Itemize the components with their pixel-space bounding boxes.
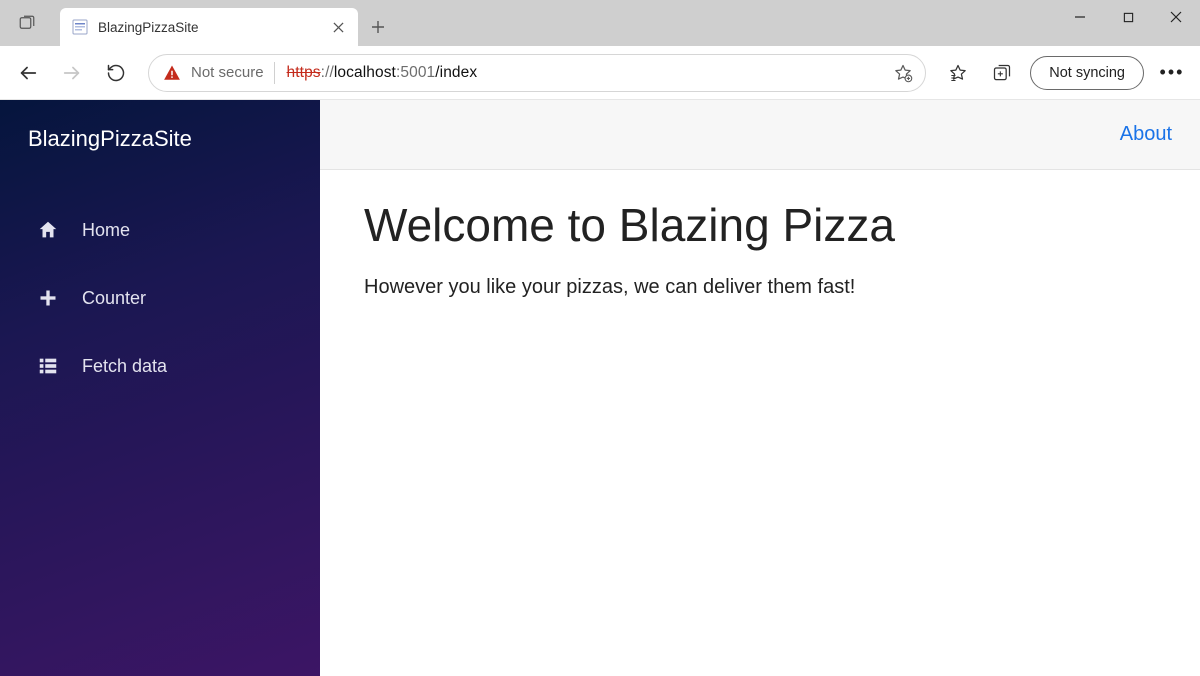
forward-button[interactable]	[52, 53, 92, 93]
not-secure-label: Not secure	[191, 64, 264, 81]
url-text: https://localhost:5001/index	[287, 64, 478, 82]
tab-close-icon[interactable]	[330, 19, 346, 35]
browser-tab[interactable]: BlazingPizzaSite	[60, 8, 358, 46]
page-tagline: However you like your pizzas, we can del…	[364, 276, 1156, 299]
home-icon	[36, 218, 60, 242]
window-maximize-button[interactable]	[1104, 0, 1152, 34]
new-tab-button[interactable]	[358, 8, 398, 46]
content-area: About Welcome to Blazing Pizza However y…	[320, 100, 1200, 676]
favorite-star-icon[interactable]	[893, 63, 913, 83]
window-close-button[interactable]	[1152, 0, 1200, 34]
sidebar-item-counter[interactable]: Counter	[0, 264, 320, 332]
titlebar: BlazingPizzaSite	[0, 0, 1200, 46]
tab-title: BlazingPizzaSite	[98, 20, 330, 35]
favorites-icon[interactable]	[938, 53, 978, 93]
page-heading: Welcome to Blazing Pizza	[364, 198, 1156, 252]
sync-label: Not syncing	[1049, 65, 1125, 81]
sidebar-brand: BlazingPizzaSite	[0, 100, 320, 178]
about-link[interactable]: About	[1120, 123, 1172, 146]
sync-button[interactable]: Not syncing	[1030, 56, 1144, 90]
page-body: Welcome to Blazing Pizza However you lik…	[320, 170, 1200, 327]
refresh-button[interactable]	[96, 53, 136, 93]
not-secure-icon	[163, 64, 181, 82]
collections-icon[interactable]	[982, 53, 1022, 93]
sidebar-item-label: Counter	[82, 288, 146, 309]
sidebar-item-fetch-data[interactable]: Fetch data	[0, 332, 320, 400]
sidebar-item-home[interactable]: Home	[0, 196, 320, 264]
sidebar-nav: Home Counter Fetch data	[0, 178, 320, 400]
back-button[interactable]	[8, 53, 48, 93]
address-bar[interactable]: Not secure https://localhost:5001/index	[148, 54, 926, 92]
window-minimize-button[interactable]	[1056, 0, 1104, 34]
browser-window: BlazingPizzaSite	[0, 0, 1200, 676]
browser-toolbar: Not secure https://localhost:5001/index …	[0, 46, 1200, 100]
plus-icon	[36, 286, 60, 310]
more-menu-icon[interactable]: •••	[1152, 53, 1192, 93]
list-icon	[36, 354, 60, 378]
content-topbar: About	[320, 100, 1200, 170]
sidebar-item-label: Home	[82, 220, 130, 241]
favicon-icon	[72, 19, 88, 35]
divider	[274, 62, 275, 84]
sidebar-item-label: Fetch data	[82, 356, 167, 377]
sidebar: BlazingPizzaSite Home Counter	[0, 100, 320, 676]
window-controls	[1056, 0, 1200, 40]
tab-actions-icon[interactable]	[0, 0, 54, 46]
viewport: BlazingPizzaSite Home Counter	[0, 100, 1200, 676]
